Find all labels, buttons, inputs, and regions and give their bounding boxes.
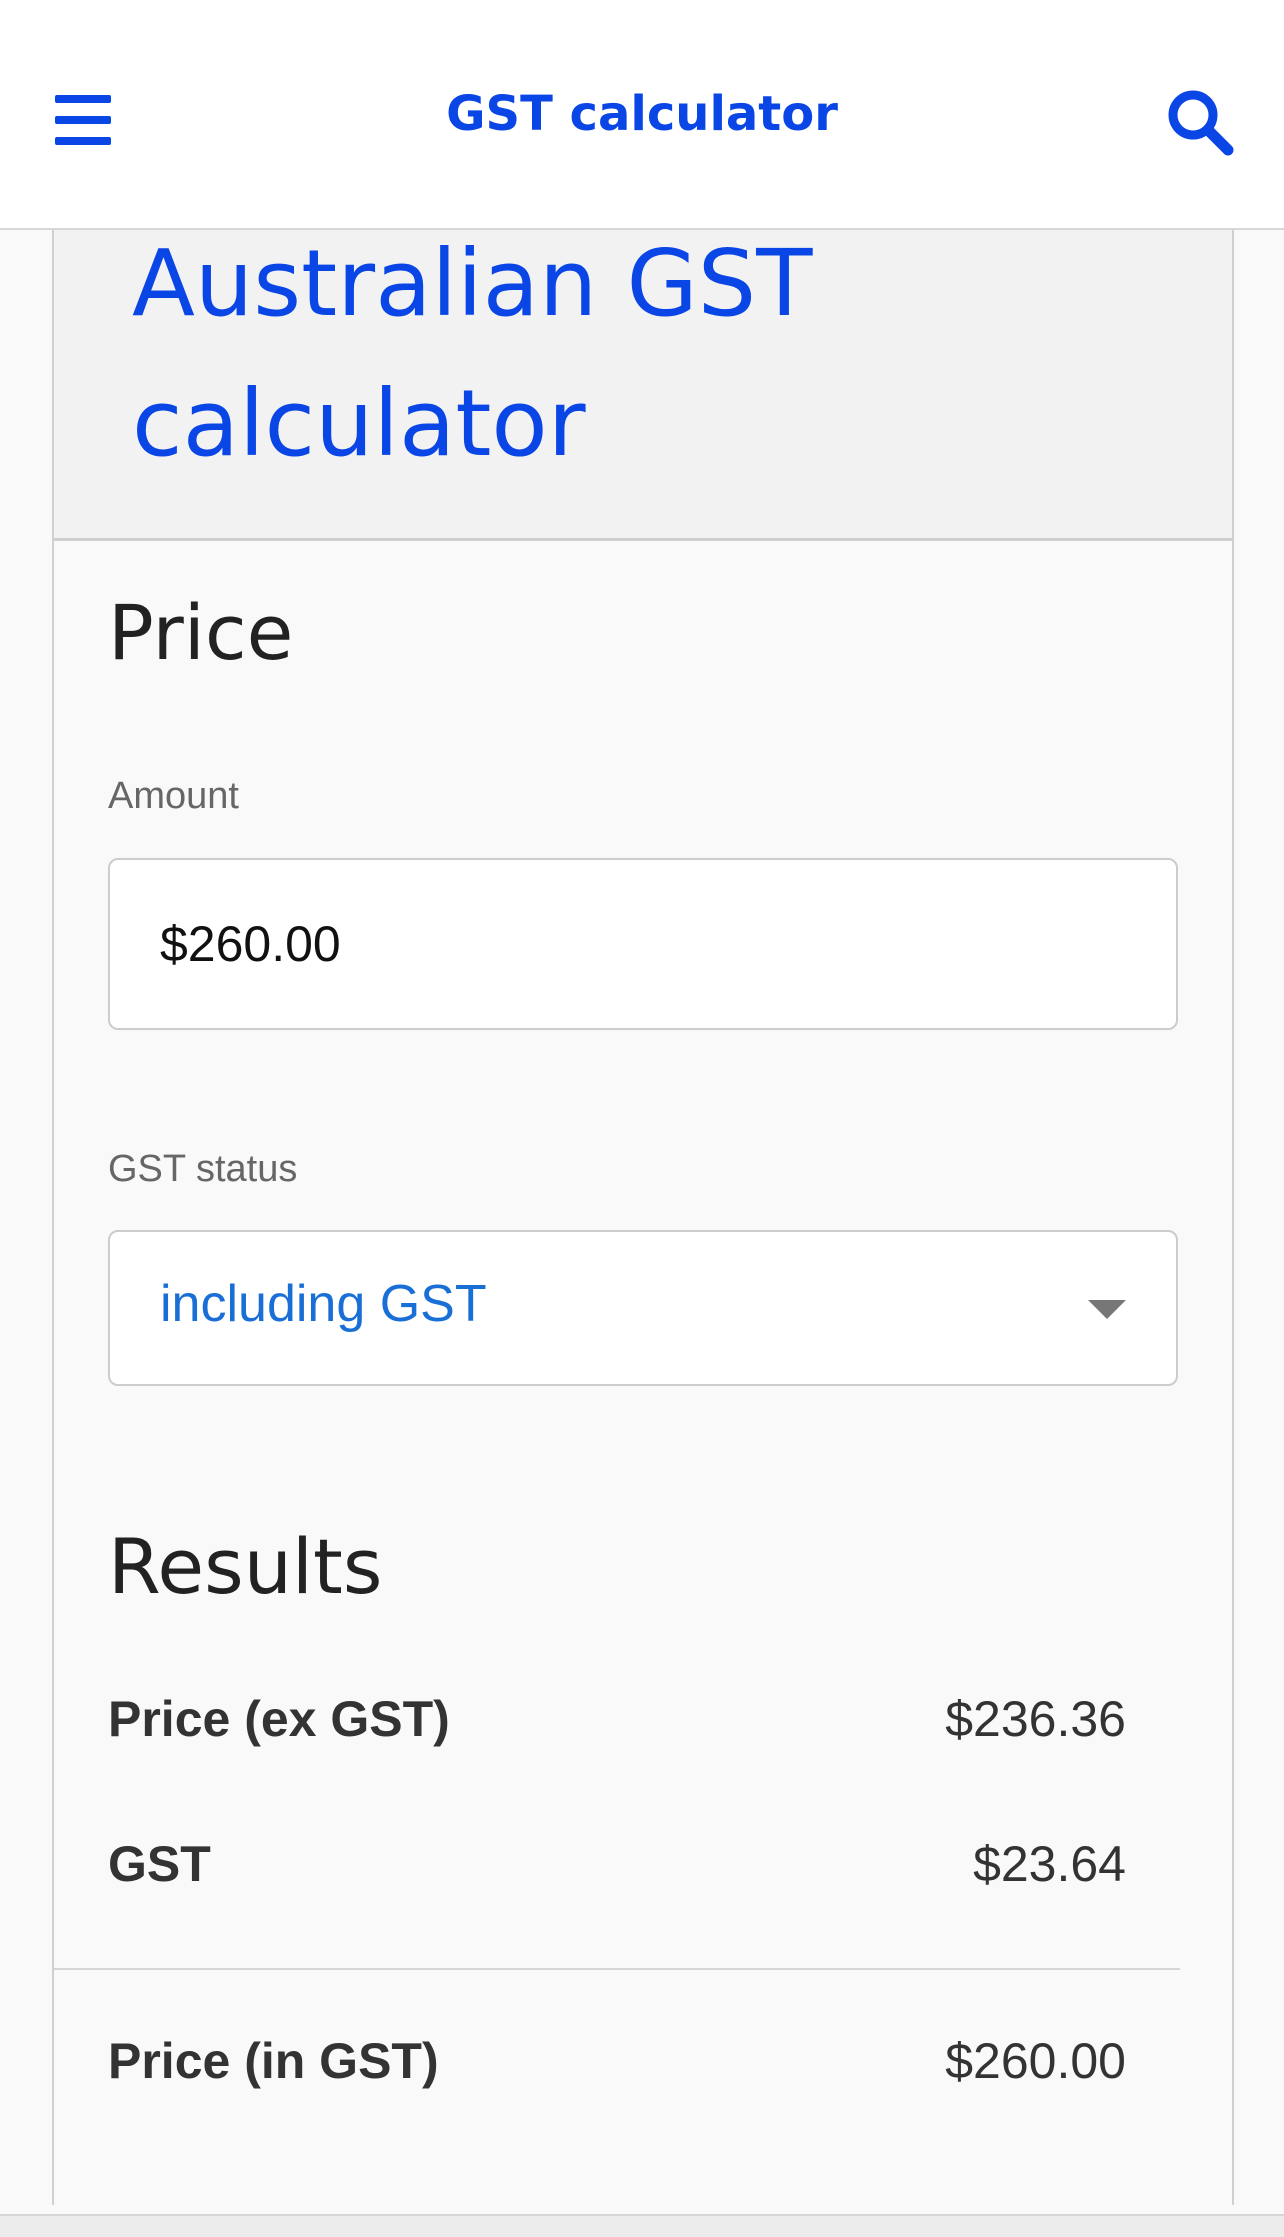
page-title: Australian GST calculator	[132, 230, 813, 477]
total-label: Price (in GST)	[108, 2033, 439, 2089]
results-divider	[54, 1968, 1180, 1970]
app-title: GST calculator	[446, 86, 838, 142]
total-value: $260.00	[945, 2033, 1126, 2089]
amount-field[interactable]	[108, 858, 1178, 1030]
gst-status-label: GST status	[108, 1148, 298, 1190]
search-icon[interactable]	[1164, 86, 1236, 158]
result-label: GST	[108, 1836, 211, 1892]
amount-label: Amount	[108, 775, 239, 817]
gst-status-selected-value: including GST	[160, 1275, 487, 1333]
chevron-down-icon	[1088, 1300, 1126, 1319]
calculator-card: Australian GST calculator Price Amount G…	[52, 230, 1234, 2205]
result-value: $23.64	[973, 1836, 1126, 1892]
results-section-heading: Results	[108, 1522, 383, 1611]
bottom-edge	[0, 2214, 1284, 2237]
price-section-heading: Price	[108, 588, 294, 677]
gst-status-select[interactable]: including GST	[108, 1230, 1178, 1386]
result-label: Price (ex GST)	[108, 1691, 450, 1747]
top-app-bar: GST calculator	[0, 0, 1284, 230]
result-value: $236.36	[945, 1691, 1126, 1747]
card-header: Australian GST calculator	[54, 230, 1232, 541]
amount-input[interactable]	[160, 860, 1060, 1028]
